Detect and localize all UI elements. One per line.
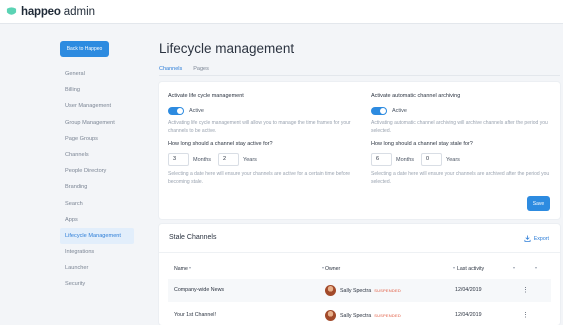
top-bar: happeo admin [0,0,563,24]
sidebar-item-launcher[interactable]: Launcher [60,260,135,276]
brand-name: happeo [21,5,61,18]
brand-sub: admin [63,5,96,18]
status-badge: SUSPENDED [374,313,401,318]
sort-owner-icon[interactable]: ▾ [322,265,324,270]
sidebar-item-billing[interactable]: Billing [60,82,135,98]
lifecycle-settings-card: Activate life cycle management Active Ac… [159,82,560,219]
owner-name: Sally Spectra [340,287,372,294]
sidebar-item-apps[interactable]: Apps [60,212,135,228]
stale-years-input[interactable]: 0 [421,153,443,166]
stale-months-unit: Months [396,156,415,163]
status-badge: SUSPENDED [374,288,401,293]
channel-name: Your 1st Channel! [174,312,216,318]
back-to-happeo-button[interactable]: Back to Happeo [60,41,109,57]
more-options-icon[interactable]: ⋮ [522,279,529,302]
column-header-owner[interactable]: Owner [325,266,340,272]
stale-years-unit: Years [446,156,460,163]
column-options-icon-2[interactable]: ▾ [535,265,537,270]
save-button[interactable]: Save [527,196,550,211]
active-months-input[interactable]: 3 [168,153,189,166]
sidebar-item-security[interactable]: Security [60,276,135,292]
active-years-unit: Years [243,156,257,163]
column-options-icon[interactable]: ▾ [513,265,515,270]
life-cycle-title: Activate life cycle management [168,93,244,99]
owner-name: Sally Spectra [340,312,372,319]
sidebar-item-people-directory[interactable]: People Directory [60,163,135,179]
life-cycle-column: Activate life cycle management Active Ac… [168,93,353,186]
owner-cell: Sally Spectra SUSPENDED [325,285,401,296]
life-cycle-help: Activating life cycle management will al… [168,120,351,134]
export-label: Export [533,235,549,242]
tab-bar: Channels Pages [159,66,220,78]
owner-cell: Sally Spectra SUSPENDED [325,310,401,321]
last-activity: 12/04/2019 [455,312,482,318]
life-cycle-toggle-label: Active [189,107,204,114]
sidebar-item-channels[interactable]: Channels [60,147,135,163]
stale-channels-title: Stale Channels [169,234,217,241]
archiving-help: Activating automatic channel archiving w… [371,120,548,134]
export-icon [524,235,531,242]
column-header-last-activity[interactable]: Last activity [457,266,484,272]
sidebar-nav: General Billing User Management Group Ma… [60,66,135,293]
archiving-toggle[interactable] [371,106,387,115]
sidebar-item-user-management[interactable]: User Management [60,98,135,114]
sidebar: Back to Happeo General Billing User Mana… [60,41,135,293]
stale-channels-card: Stale Channels Export Name ▾ Owner ▾ Las… [159,224,560,325]
page-title: Lifecycle management [159,41,295,56]
active-months-unit: Months [193,156,212,163]
channel-name: Company-wide News [174,287,225,293]
last-activity: 12/04/2019 [455,287,482,293]
sidebar-item-group-management[interactable]: Group Management [60,115,135,131]
archiving-toggle-label: Active [392,107,407,114]
table-row[interactable]: Company-wide News Sally Spectra SUSPENDE… [168,279,551,302]
sidebar-item-branding[interactable]: Branding [60,179,135,195]
column-header-name[interactable]: Name [174,266,188,272]
sidebar-item-search[interactable]: Search [60,196,135,212]
happeo-logo-icon [6,7,17,15]
sidebar-item-integrations[interactable]: Integrations [60,244,135,260]
avatar [325,285,336,296]
archiving-column: Activate automatic channel archiving Act… [371,93,556,186]
stale-duration-help: Selecting a date here will ensure your c… [371,171,550,185]
active-duration-help: Selecting a date here will ensure your c… [168,171,351,185]
stale-months-input[interactable]: 6 [371,153,392,166]
table-row[interactable]: Your 1st Channel! Sally Spectra SUSPENDE… [168,304,551,325]
tabs-divider [159,75,560,76]
sidebar-item-general[interactable]: General [60,66,135,82]
sort-last-activity-icon[interactable]: ▾ [453,265,455,270]
card-divider [159,252,560,253]
active-duration-question: How long should a channel stay active fo… [168,141,273,147]
active-years-input[interactable]: 2 [218,153,240,166]
more-options-icon[interactable]: ⋮ [522,304,529,325]
sidebar-item-lifecycle-management[interactable]: Lifecycle Management [60,227,134,245]
sidebar-item-page-groups[interactable]: Page Groups [60,131,135,147]
sort-name-icon[interactable]: ▾ [189,265,191,270]
life-cycle-toggle[interactable] [168,106,184,115]
stale-duration-question: How long should a channel stay stale for… [371,141,473,147]
export-button[interactable]: Export [524,235,549,242]
avatar [325,310,336,321]
archiving-title: Activate automatic channel archiving [371,93,461,99]
